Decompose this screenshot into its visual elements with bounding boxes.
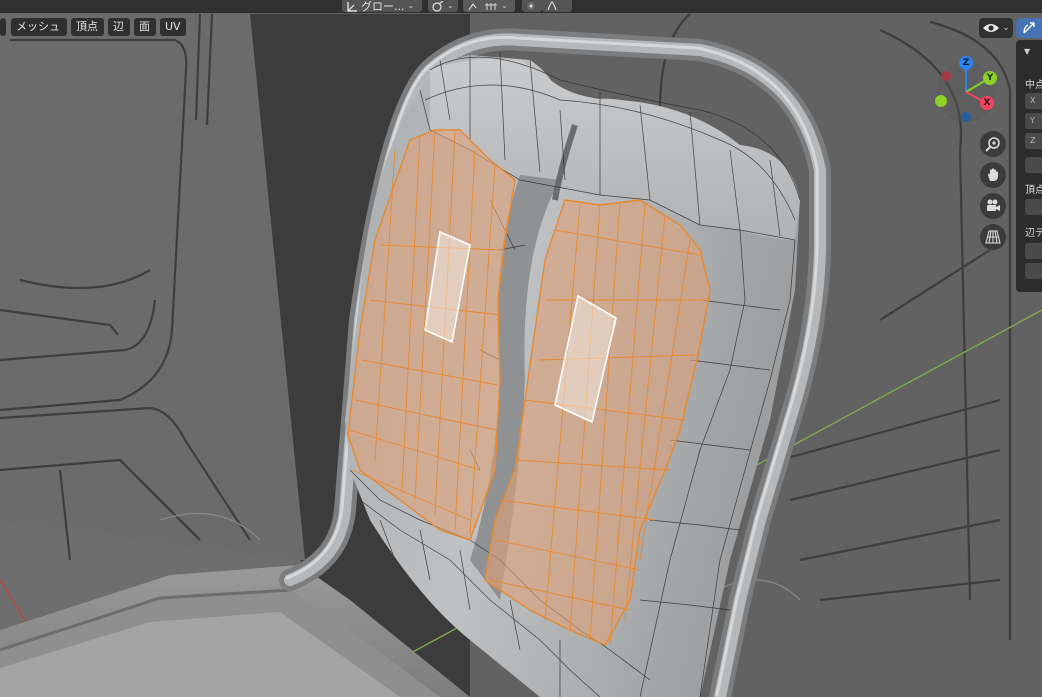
viewport-scene[interactable]	[0, 0, 1042, 697]
menu-uv[interactable]: UV	[160, 18, 186, 36]
snap-toggle[interactable]: ⌄	[463, 0, 515, 12]
proportional-icon	[526, 1, 536, 11]
proportional-editing-toggle[interactable]	[522, 0, 542, 12]
axis-z-handle[interactable]: Z	[959, 56, 973, 70]
camera-view-button[interactable]	[980, 193, 1006, 219]
chevron-down-icon: ⌄	[501, 1, 508, 10]
snap-icon	[467, 1, 481, 12]
axis-neg-z-handle[interactable]	[961, 112, 971, 122]
zoom-button[interactable]	[980, 131, 1006, 157]
global-local-toggle[interactable]	[1025, 157, 1042, 173]
transform-orientation-icon	[346, 1, 358, 12]
grid-perspective-icon	[985, 229, 1001, 245]
snap-increment-icon	[484, 1, 498, 12]
falloff-dropdown[interactable]	[542, 0, 572, 12]
transform-orientation-dropdown[interactable]: グロー... ⌄	[342, 0, 422, 12]
viewport-gizmos-dropdown[interactable]: ⌄	[979, 18, 1013, 38]
hand-pan-icon	[985, 167, 1001, 183]
collapse-triangle-icon[interactable]: ▼	[1024, 47, 1030, 56]
axis-y-label: Y	[986, 73, 994, 83]
axis-y-handle[interactable]: Y	[983, 71, 997, 85]
axis-x-handle[interactable]: X	[980, 96, 994, 110]
axis-neg-y-handle[interactable]	[935, 95, 947, 107]
viewport-header: グロー... ⌄ ⌄ ⌄	[0, 0, 1042, 13]
vertex-label: 頂点	[1025, 185, 1042, 196]
edge-crease-field[interactable]	[1025, 263, 1042, 279]
vertex-weight-field[interactable]	[1025, 199, 1042, 215]
show-gizmo-toggle[interactable]	[1016, 18, 1042, 38]
menu-edge[interactable]: 辺	[108, 18, 130, 36]
median-label: 中点	[1025, 80, 1042, 91]
viewport[interactable]: Z Y X グロー... ⌄ ⌄ ⌄ メッシュ 頂点 辺 面 UV ⌄ ▼ 中点…	[0, 0, 1042, 697]
camera-icon	[985, 198, 1001, 214]
gizmo-toggle-icon	[1022, 21, 1036, 35]
falloff-icon	[546, 1, 558, 11]
menu-vertex[interactable]: 頂点	[71, 18, 104, 36]
axis-z-label: Z	[962, 58, 970, 68]
edge-bevel-weight-field[interactable]	[1025, 243, 1042, 259]
transform-orientation-label: グロー...	[361, 0, 405, 13]
pivot-point-dropdown[interactable]: ⌄	[428, 0, 458, 12]
axis-neg-x-handle[interactable]	[941, 71, 951, 81]
menu-mesh[interactable]: メッシュ	[11, 18, 67, 36]
menu-face[interactable]: 面	[134, 18, 156, 36]
mode-selector-stub[interactable]	[0, 18, 6, 36]
chevron-down-icon: ⌄	[447, 1, 454, 10]
perspective-toggle-button[interactable]	[980, 224, 1006, 250]
median-x-field[interactable]: X	[1025, 93, 1042, 109]
median-z-field[interactable]: Z	[1025, 133, 1042, 149]
pan-button[interactable]	[980, 162, 1006, 188]
edge-data-label: 辺デ	[1025, 228, 1042, 239]
chevron-down-icon: ⌄	[407, 1, 415, 10]
pivot-icon	[432, 0, 444, 12]
sidebar-item-panel[interactable]: ▼ 中点 X Y Z 頂点 辺デ	[1016, 40, 1042, 292]
median-y-field[interactable]: Y	[1025, 113, 1042, 129]
zoom-icon	[985, 136, 1001, 152]
chevron-down-icon: ⌄	[1002, 23, 1010, 33]
eye-icon	[982, 22, 1000, 34]
axis-x-label: X	[983, 98, 991, 108]
